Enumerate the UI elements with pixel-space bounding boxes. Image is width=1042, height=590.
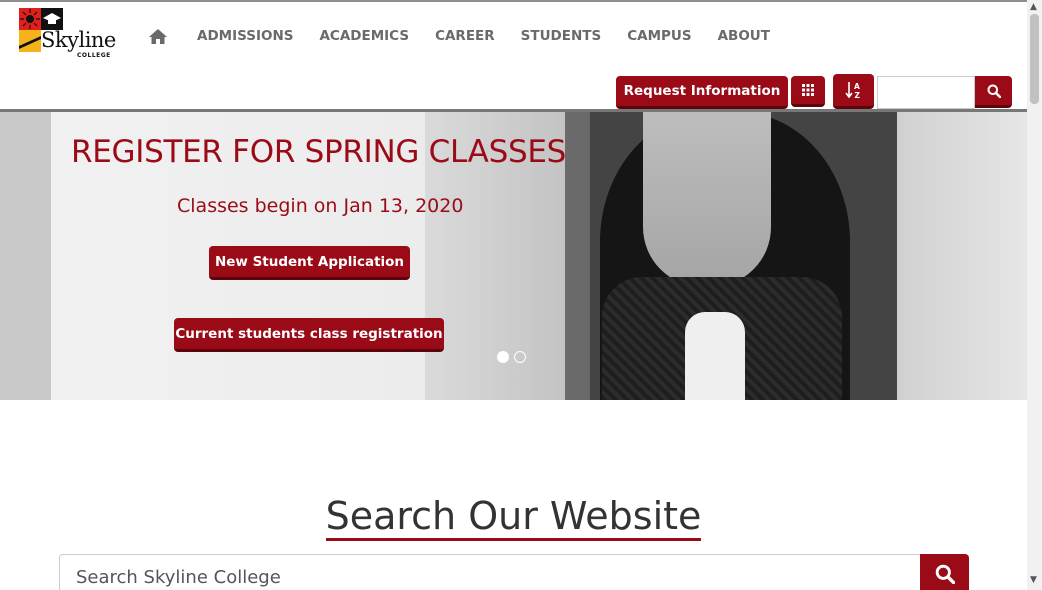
nav-item-students[interactable]: STUDENTS bbox=[521, 28, 602, 44]
main-nav: ADMISSIONS ACADEMICS CAREER STUDENTS CAM… bbox=[147, 26, 796, 46]
scroll-up-arrow-icon[interactable]: ▲ bbox=[1030, 2, 1037, 12]
logo-subtitle: COLLEGE bbox=[77, 52, 111, 59]
svg-text:A: A bbox=[854, 82, 860, 91]
hero-subtitle: Classes begin on Jan 13, 2020 bbox=[177, 195, 464, 217]
hero-photo-right bbox=[897, 112, 1027, 400]
hero-title: REGISTER FOR SPRING CLASSES bbox=[71, 134, 566, 170]
hero-bg-left bbox=[0, 112, 52, 400]
scroll-thumb[interactable] bbox=[1030, 14, 1039, 104]
carousel-indicators bbox=[497, 351, 526, 363]
nav-item-about[interactable]: ABOUT bbox=[718, 28, 770, 44]
header-actions: Request Information AZ bbox=[0, 74, 1027, 110]
student-photo-shirt bbox=[685, 312, 745, 400]
site-search-input[interactable]: Search Skyline College bbox=[59, 554, 921, 590]
logo-wordmark: Skyline bbox=[41, 28, 116, 52]
search-section-title: Search Our Website bbox=[0, 494, 1027, 541]
student-photo-face bbox=[643, 112, 771, 287]
page: Skyline COLLEGE ADMISSIONS ACADEMICS CAR… bbox=[0, 0, 1042, 590]
carousel-dot-1[interactable] bbox=[497, 351, 509, 363]
header-search-button[interactable] bbox=[975, 76, 1012, 108]
search-icon bbox=[935, 564, 955, 584]
skyline-college-logo[interactable]: Skyline COLLEGE bbox=[19, 8, 116, 62]
svg-text:Z: Z bbox=[854, 91, 860, 99]
nav-item-campus[interactable]: CAMPUS bbox=[627, 28, 691, 44]
home-icon[interactable] bbox=[147, 27, 169, 45]
search-section-title-text: Search Our Website bbox=[325, 494, 702, 541]
request-information-button[interactable]: Request Information bbox=[616, 76, 788, 109]
sort-az-icon[interactable]: AZ bbox=[833, 74, 874, 109]
header-search-input[interactable] bbox=[877, 76, 975, 109]
logo-cap-square bbox=[41, 8, 63, 30]
current-students-registration-button[interactable]: Current students class registration bbox=[174, 318, 444, 352]
logo-skyline-square bbox=[19, 30, 41, 52]
new-student-application-button[interactable]: New Student Application bbox=[209, 246, 410, 280]
site-search-button[interactable] bbox=[920, 554, 969, 590]
grid-icon[interactable] bbox=[791, 76, 825, 107]
hero-carousel: REGISTER FOR SPRING CLASSES Classes begi… bbox=[0, 112, 1027, 400]
nav-item-career[interactable]: CAREER bbox=[435, 28, 495, 44]
scroll-down-arrow-icon[interactable]: ▼ bbox=[1030, 575, 1037, 585]
carousel-dot-2[interactable] bbox=[514, 351, 526, 363]
page-scrollbar[interactable]: ▲ ▼ bbox=[1027, 0, 1042, 590]
logo-sun-square bbox=[19, 8, 41, 30]
nav-item-admissions[interactable]: ADMISSIONS bbox=[197, 28, 293, 44]
search-icon bbox=[987, 84, 1001, 98]
nav-item-academics[interactable]: ACADEMICS bbox=[319, 28, 409, 44]
